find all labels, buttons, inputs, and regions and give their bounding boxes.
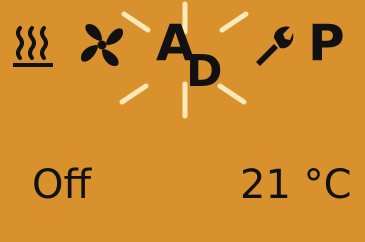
heating-waves-icon[interactable] [12,22,54,70]
auto-mode-sub-letter: D [186,46,223,97]
power-status: Off [32,162,92,208]
temperature-readout: 21 °C [240,162,352,208]
thermostat-display: A D P Off 21 °C [0,0,365,242]
wrench-icon[interactable] [252,24,294,66]
program-mode-letter[interactable]: P [308,18,345,68]
